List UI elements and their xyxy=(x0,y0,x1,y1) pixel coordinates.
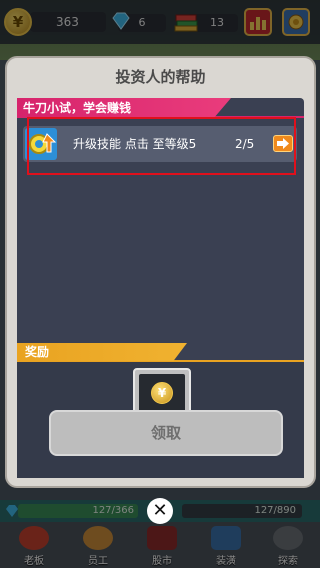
quest-section-title: 牛刀小试，学会赚钱 xyxy=(17,98,231,118)
coin-icon: ¥ xyxy=(151,382,173,404)
close-icon: ✕ xyxy=(152,500,168,521)
tutorial-highlight xyxy=(27,117,296,175)
close-button[interactable]: ✕ xyxy=(147,498,173,524)
claim-button[interactable]: 领取 xyxy=(49,410,283,456)
dialog-title: 投资人的帮助 xyxy=(115,68,206,86)
reward-section-title: 奖励 xyxy=(17,343,187,361)
